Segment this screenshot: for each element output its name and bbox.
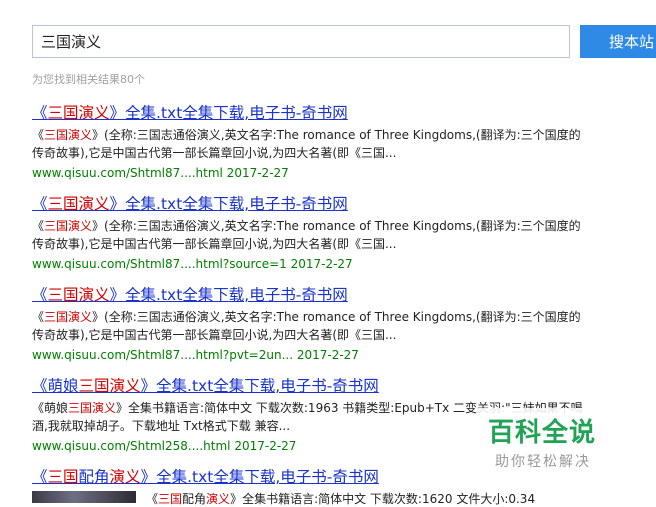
result-url[interactable]: www.qisuu.com/Shtml87....html 2017-2-27 [32,164,592,182]
search-result: 《三国演义》全集.txt全集下载,电子书-奇书网 《三国演义》(全称:三国志通俗… [32,285,592,364]
result-url[interactable]: www.qisuu.com/Shtml87....html?source=1 2… [32,255,592,273]
search-input[interactable] [33,26,569,57]
result-title-link[interactable]: 《三国演义》全集.txt全集下载,电子书-奇书网 [32,285,592,305]
watermark-slogan: 助你轻松解决 [495,454,591,470]
result-url[interactable]: www.qisuu.com/Shtml87....html?pvt=2un...… [32,346,592,364]
result-count: 为您找到相关结果80个 [32,73,145,86]
result-snippet: 《三国配角演义》全集书籍语言:简体中文 下载次数:1620 文件大小:0.34 [146,492,536,506]
search-button[interactable]: 搜本站 [580,25,656,58]
result-thumbnail[interactable] [32,491,136,503]
result-snippet: 《三国演义》(全称:三国志通俗演义,英文名字:The romance of Th… [32,219,581,251]
search-result: 《三国演义》全集.txt全集下载,电子书-奇书网 《三国演义》(全称:三国志通俗… [32,194,592,273]
search-result: 《三国演义》全集.txt全集下载,电子书-奇书网 《三国演义》(全称:三国志通俗… [32,103,592,182]
result-snippet: 《三国演义》(全称:三国志通俗演义,英文名字:The romance of Th… [32,128,581,160]
result-title-link[interactable]: 《三国演义》全集.txt全集下载,电子书-奇书网 [32,103,592,123]
result-title-link[interactable]: 《萌娘三国演义》全集.txt全集下载,电子书-奇书网 [32,376,592,396]
watermark-logo-text: 百科全说 [488,418,597,448]
search-bar [32,25,570,58]
result-title-link[interactable]: 《三国演义》全集.txt全集下载,电子书-奇书网 [32,194,592,214]
watermark: 百科全说 助你轻松解决 [478,408,628,474]
result-snippet: 《三国演义》(全称:三国志通俗演义,英文名字:The romance of Th… [32,310,581,342]
